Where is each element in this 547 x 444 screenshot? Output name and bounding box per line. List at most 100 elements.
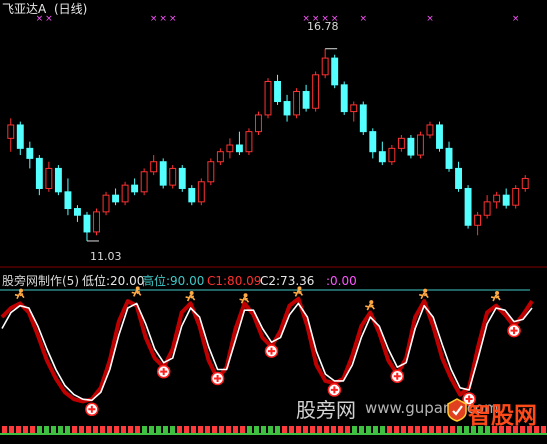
bottom-strip-bar	[366, 426, 371, 434]
bottom-strip-bar	[268, 426, 273, 434]
buy-signal-icon	[156, 364, 171, 379]
candle-down	[283, 101, 291, 116]
bottom-strip-bar	[9, 426, 14, 434]
candle-down	[464, 187, 472, 226]
bottom-strip-bar	[422, 426, 427, 434]
candle-up	[216, 151, 224, 163]
low-level-label: 低位:20.00	[82, 274, 145, 288]
bottom-strip-bar	[282, 426, 287, 434]
bottom-strip-bar	[79, 426, 84, 434]
bottom-strip-bar	[352, 426, 357, 434]
candle-up	[226, 144, 234, 153]
candle-down	[131, 184, 139, 193]
bottom-strip-bar	[303, 426, 308, 434]
candle-up	[426, 124, 434, 136]
candle-up	[397, 137, 405, 149]
bottom-strip-bar	[170, 426, 175, 434]
high-price-annotation: 16.78	[307, 20, 339, 33]
bottom-strip-bar	[44, 426, 49, 434]
bottom-strip-bar	[30, 426, 35, 434]
candle-down	[331, 57, 339, 86]
bottom-strip-bar	[408, 426, 413, 434]
candle-up	[512, 187, 520, 206]
c1-label: C1:80.09	[207, 274, 262, 288]
bottom-strip-bar	[317, 426, 322, 434]
bottom-strip-bar	[107, 426, 112, 434]
candle-down	[359, 104, 367, 133]
bottom-strip-bar	[247, 426, 252, 434]
bottom-strip-bar	[443, 426, 448, 434]
extra-label: :0.00	[326, 274, 357, 288]
bottom-strip-bar	[149, 426, 154, 434]
bottom-strip-bar	[275, 426, 280, 434]
top-signal-marker: ×	[45, 14, 53, 24]
bottom-strip-bar	[86, 426, 91, 434]
candle-down	[178, 167, 186, 189]
bottom-strip-bar	[212, 426, 217, 434]
watermark-left: 股旁网	[296, 398, 356, 422]
candle-up	[45, 167, 53, 189]
sell-icon-head	[495, 290, 500, 295]
candle-up	[7, 124, 15, 139]
candle-up	[169, 167, 177, 186]
candle-down	[407, 137, 415, 156]
bottom-strip-bar	[254, 426, 259, 434]
high-level-label: 高位:90.00	[142, 274, 205, 288]
bottom-strip-bar	[380, 426, 385, 434]
sell-icon-head	[18, 288, 23, 293]
bottom-strip-bar	[23, 426, 28, 434]
candle-up	[416, 134, 424, 156]
bottom-strip-bar	[219, 426, 224, 434]
candle-down	[54, 167, 62, 193]
top-signal-marker: ×	[150, 14, 158, 24]
candle-down	[445, 147, 453, 169]
bottom-strip-bar	[16, 426, 21, 434]
candle-up	[255, 114, 262, 133]
bottom-strip-bar	[331, 426, 336, 434]
candle-up	[197, 181, 205, 203]
bottom-strip-bar	[205, 426, 210, 434]
candle-down	[436, 124, 443, 149]
sell-signal-icon	[185, 290, 196, 302]
bottom-strip-bar	[121, 426, 126, 434]
top-signal-marker: ×	[512, 14, 520, 24]
buy-signal-icon	[390, 369, 405, 383]
candle-down	[502, 194, 510, 206]
bottom-strip-bar	[100, 426, 105, 434]
sell-icon-figure	[490, 294, 501, 302]
candle-down	[188, 187, 196, 203]
candle-up	[245, 131, 253, 153]
watermark-brand: 智股网	[468, 402, 537, 429]
buy-signal-icon	[85, 402, 99, 417]
bottom-strip-bar	[450, 426, 455, 434]
price-chart[interactable]: × × × × × × × × × × × ×	[0, 0, 547, 268]
candle-up	[521, 177, 529, 189]
bottom-strip-bar	[51, 426, 56, 434]
top-signal-marker: ×	[159, 14, 167, 24]
indicator-name: 股旁网制作(5)	[2, 274, 79, 288]
c2-label: C2:73.36	[260, 274, 315, 288]
candle-up	[150, 161, 158, 173]
bottom-strip-bar	[457, 426, 462, 434]
candle-down	[64, 191, 72, 210]
sell-icon-figure	[419, 292, 429, 300]
buy-signal-icon	[210, 371, 225, 386]
candle-up	[321, 57, 329, 76]
top-signal-marker: ×	[359, 14, 367, 24]
candle-up	[293, 91, 301, 116]
candle-down	[16, 124, 24, 149]
sell-signal-icon	[490, 290, 501, 302]
sell-icon-figure	[365, 303, 375, 311]
candle-up	[474, 214, 482, 226]
buy-signal-icon	[507, 323, 521, 338]
candle-up	[140, 171, 148, 193]
candle-up	[121, 184, 129, 203]
sell-icon-head	[423, 288, 428, 293]
chart-screen: × × × × × × × × × × × × 飞亚达A (日线) 16.78 11.03 股旁网制作…	[0, 0, 547, 444]
bottom-strip-bar	[156, 426, 161, 434]
candle-up	[264, 80, 272, 116]
candle-down	[35, 157, 43, 189]
bottom-strip-bar	[373, 426, 378, 434]
candle-down	[74, 208, 81, 216]
candle-up	[388, 147, 396, 163]
